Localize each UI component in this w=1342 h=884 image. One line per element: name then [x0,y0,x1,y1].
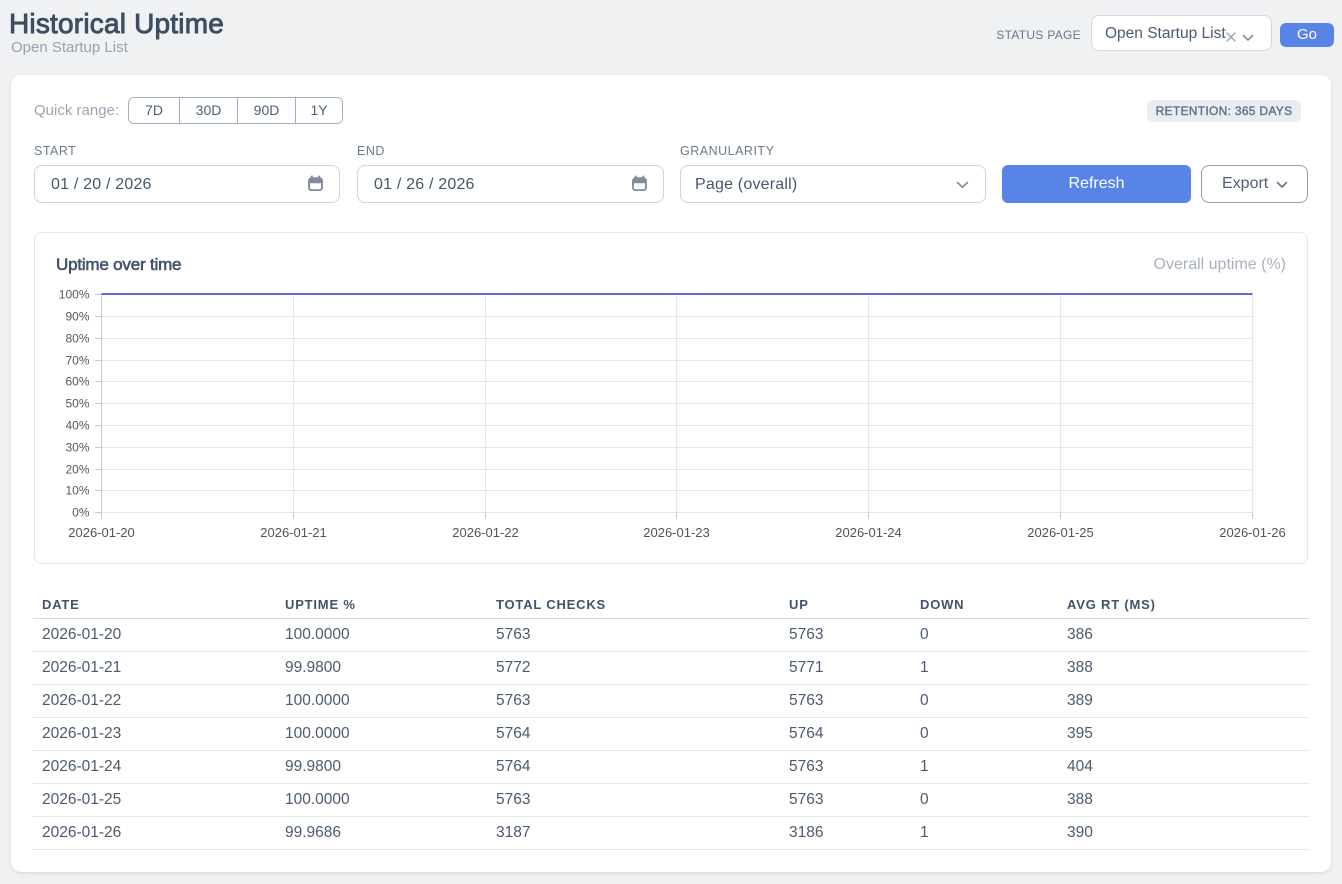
svg-text:20%: 20% [65,462,89,476]
svg-text:2026-01-25: 2026-01-25 [1027,525,1094,540]
svg-text:100%: 100% [59,287,90,301]
svg-text:90%: 90% [65,309,89,323]
svg-text:50%: 50% [65,396,89,410]
svg-text:2026-01-26: 2026-01-26 [1219,525,1286,540]
svg-text:60%: 60% [65,374,89,388]
svg-text:0%: 0% [72,505,90,519]
svg-text:70%: 70% [65,353,89,367]
svg-text:30%: 30% [65,440,89,454]
svg-text:80%: 80% [65,331,89,345]
svg-text:2026-01-21: 2026-01-21 [260,525,327,540]
svg-text:2026-01-24: 2026-01-24 [835,525,902,540]
svg-text:2026-01-22: 2026-01-22 [452,525,519,540]
svg-text:2026-01-20: 2026-01-20 [68,525,135,540]
svg-text:40%: 40% [65,418,89,432]
svg-text:2026-01-23: 2026-01-23 [643,525,710,540]
svg-text:10%: 10% [65,483,89,497]
